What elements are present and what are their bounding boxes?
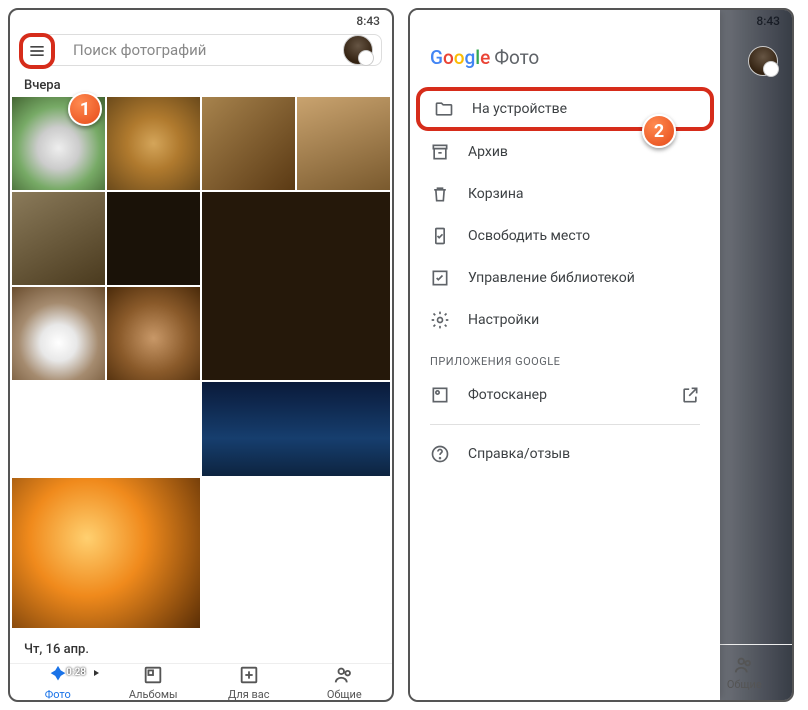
archive-icon [430,142,450,162]
menu-label: Справка/отзыв [468,446,570,462]
menu-label: Корзина [468,186,524,202]
section-yesterday: Вчера [10,72,392,97]
clock: 8:43 [356,14,380,28]
menu-button[interactable] [19,33,55,69]
menu-trash[interactable]: Корзина [410,173,720,215]
menu-label: Управление библиотекой [468,270,635,286]
video-duration: 0:28 [66,667,86,678]
trash-icon [430,184,450,204]
photo-thumb[interactable] [107,287,200,380]
gear-icon [430,310,450,330]
help-icon [430,444,450,464]
albums-icon [142,664,164,686]
shared-icon [333,664,355,686]
avatar[interactable] [748,46,778,76]
nav-shared[interactable]: Общие [297,664,393,701]
nav-foryou[interactable]: Для вас [201,664,297,701]
menu-label: Освободить место [468,228,590,244]
section-date: Чт, 16 апр. [10,636,392,661]
shared-icon [733,654,755,676]
nav-albums[interactable]: Альбомы [106,664,202,701]
photo-grid [10,97,392,628]
menu-label: На устройстве [472,101,567,117]
menu-free-space[interactable]: Освободить место [410,215,720,257]
photo-thumb[interactable] [12,287,105,380]
phone-check-icon [430,226,450,246]
photo-thumb[interactable] [202,382,390,476]
phone-photos-grid: 8:43 Поиск фотографий 1 Вчера Чт, 16 апр… [8,8,394,702]
menu-label: Настройки [468,312,539,328]
photo-thumb[interactable] [107,97,200,190]
phone-drawer-open: 8:43 Google Фото На устройстве 2 Архив К… [408,8,794,702]
callout-1: 1 [68,92,102,126]
menu-label: Фотосканер [468,387,547,403]
menu-label: Архив [468,144,508,160]
menu-photoscan[interactable]: Фотосканер [410,374,720,416]
photo-thumb[interactable] [107,192,200,285]
divider [430,424,700,425]
external-link-icon [680,385,700,405]
menu-help[interactable]: Справка/отзыв [410,433,720,475]
search-bar[interactable]: Поиск фотографий [20,34,382,66]
app-logo: Google Фото [410,30,720,87]
nav-drawer: Google Фото На устройстве 2 Архив Корзин… [410,10,720,700]
foryou-icon [238,664,260,686]
avatar[interactable] [343,35,373,65]
callout-2: 2 [642,114,676,148]
status-bar: 8:43 [10,10,392,28]
photo-thumb-large[interactable] [12,478,200,628]
checklist-icon [430,268,450,288]
menu-manage-library[interactable]: Управление библиотекой [410,257,720,299]
photo-thumb[interactable] [12,192,105,285]
photoscan-icon [430,385,450,405]
folder-icon [434,99,454,119]
photo-thumb[interactable] [202,97,295,190]
menu-settings[interactable]: Настройки [410,299,720,341]
photo-thumb[interactable] [297,97,390,190]
menu-section-google-apps: ПРИЛОЖЕНИЯ GOOGLE [410,341,720,374]
hamburger-icon [27,41,47,61]
photo-thumb-large[interactable] [202,192,390,380]
drawer-backdrop[interactable] [716,10,792,700]
search-placeholder: Поиск фотографий [73,41,343,59]
